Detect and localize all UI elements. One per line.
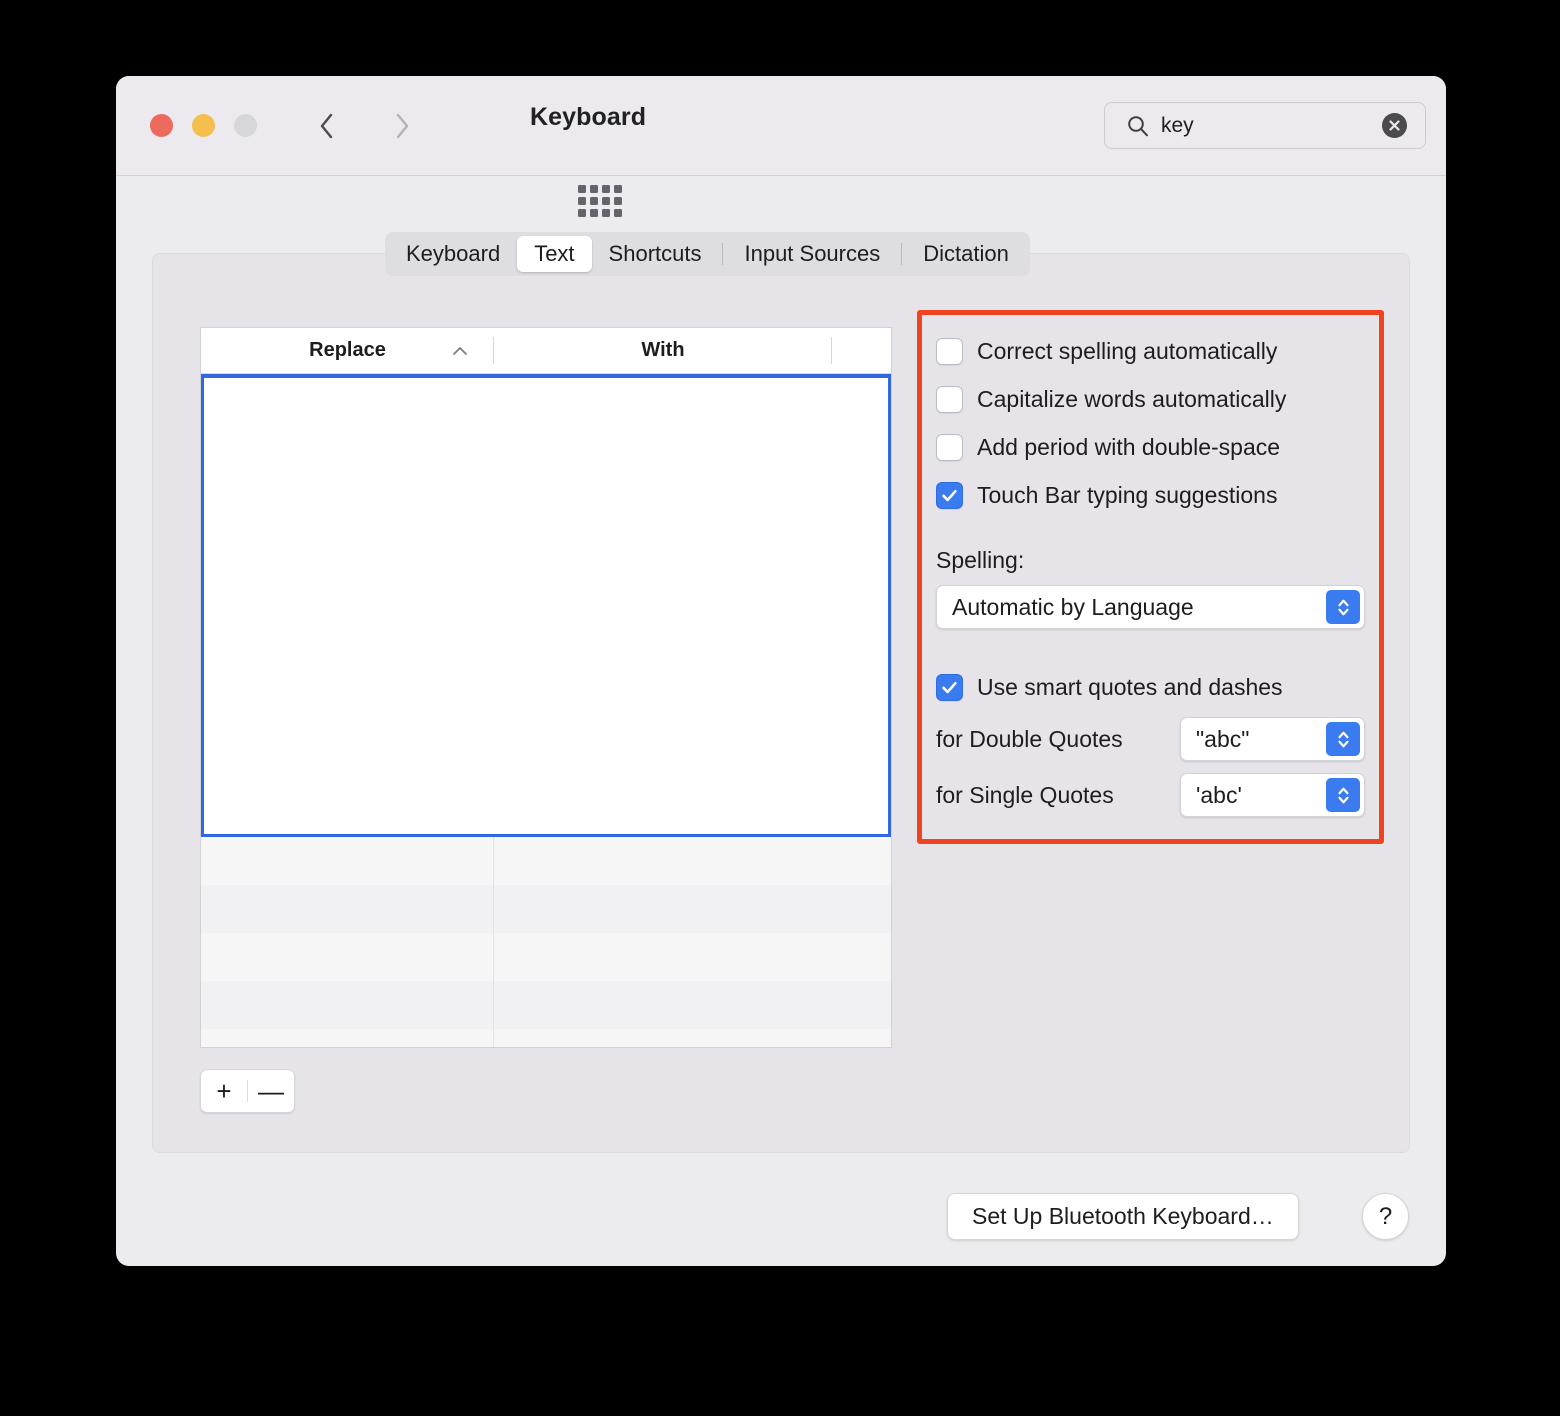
column-divider xyxy=(497,378,498,841)
table-body[interactable] xyxy=(201,374,891,1047)
show-all-grid-icon[interactable] xyxy=(578,185,622,217)
title-bar: Keyboard key xyxy=(116,76,1446,217)
column-header-trailing xyxy=(832,328,891,373)
table-header: Replace With xyxy=(201,328,891,374)
tab-bar: Keyboard Text Shortcuts Input Sources Di… xyxy=(385,232,1030,276)
option-touch-bar-suggestions[interactable]: Touch Bar typing suggestions xyxy=(936,471,1365,519)
forward-button[interactable] xyxy=(384,108,420,144)
checkbox-add-period[interactable] xyxy=(936,433,963,461)
list-item xyxy=(201,885,891,933)
column-header-replace[interactable]: Replace xyxy=(201,328,494,373)
single-quotes-row: for Single Quotes 'abc' xyxy=(936,767,1365,823)
preferences-window: Keyboard key Keyboard Text Shortcuts Inp… xyxy=(116,76,1446,1266)
double-quotes-row: for Double Quotes "abc" xyxy=(936,711,1365,767)
tab-keyboard[interactable]: Keyboard xyxy=(389,236,517,272)
chevron-up-icon xyxy=(453,346,467,355)
checkbox-capitalize-words[interactable] xyxy=(936,385,963,413)
option-label: Add period with double-space xyxy=(977,433,1281,460)
page-title: Keyboard xyxy=(530,103,647,131)
spelling-label: Spelling: xyxy=(936,547,1025,573)
column-header-with-label: With xyxy=(641,339,685,361)
checkmark-icon xyxy=(942,489,957,501)
remove-entry-button[interactable]: — xyxy=(248,1070,294,1112)
search-icon xyxy=(1128,115,1148,136)
search-field[interactable]: key xyxy=(1104,102,1426,149)
checkmark-icon xyxy=(942,681,957,693)
help-button[interactable]: ? xyxy=(1362,1193,1409,1240)
option-capitalize-words[interactable]: Capitalize words automatically xyxy=(936,375,1365,423)
checkbox-smart-quotes[interactable] xyxy=(936,673,963,701)
single-quotes-select[interactable]: 'abc' xyxy=(1180,773,1365,817)
double-quotes-select[interactable]: "abc" xyxy=(1180,717,1365,761)
close-button[interactable] xyxy=(150,114,173,137)
add-entry-button[interactable]: + xyxy=(201,1070,247,1112)
add-remove-controls: + — xyxy=(200,1069,295,1113)
tab-shortcuts[interactable]: Shortcuts xyxy=(592,236,719,272)
chevron-up-down-icon xyxy=(1326,590,1360,624)
spelling-select-value: Automatic by Language xyxy=(952,593,1194,620)
column-header-replace-label: Replace xyxy=(309,339,386,361)
option-label: Correct spelling automatically xyxy=(977,337,1278,364)
tab-text[interactable]: Text xyxy=(517,236,592,272)
zoom-button xyxy=(234,114,257,137)
clear-circle-icon[interactable] xyxy=(1382,113,1407,138)
double-quotes-label: for Double Quotes xyxy=(936,725,1123,752)
option-label: Capitalize words automatically xyxy=(977,385,1287,412)
list-item xyxy=(201,981,891,1029)
tab-input-sources[interactable]: Input Sources xyxy=(727,236,897,272)
chevron-right-icon xyxy=(396,113,408,139)
table-row[interactable] xyxy=(201,374,891,837)
list-item xyxy=(201,933,891,981)
checkbox-correct-spelling[interactable] xyxy=(936,337,963,365)
option-label: Use smart quotes and dashes xyxy=(977,673,1283,700)
empty-row-stripes xyxy=(201,837,891,1047)
list-item xyxy=(201,837,891,885)
minimize-button[interactable] xyxy=(192,114,215,137)
double-quotes-value: "abc" xyxy=(1196,725,1250,752)
chevron-up-down-icon xyxy=(1326,778,1360,812)
list-item xyxy=(201,1029,891,1047)
spelling-select[interactable]: Automatic by Language xyxy=(936,585,1365,629)
traffic-lights xyxy=(150,114,257,137)
tab-separator xyxy=(722,243,724,265)
option-correct-spelling[interactable]: Correct spelling automatically xyxy=(936,327,1365,375)
option-smart-quotes[interactable]: Use smart quotes and dashes xyxy=(936,663,1365,711)
tab-dictation[interactable]: Dictation xyxy=(906,236,1026,272)
single-quotes-label: for Single Quotes xyxy=(936,781,1114,808)
chevron-left-icon xyxy=(320,113,332,139)
smart-quotes-group: Use smart quotes and dashes for Double Q… xyxy=(936,663,1365,823)
option-label: Touch Bar typing suggestions xyxy=(977,481,1278,508)
search-input[interactable]: key xyxy=(1161,114,1382,138)
annotation-highlight-box: Correct spelling automatically Capitaliz… xyxy=(917,310,1384,844)
single-quotes-value: 'abc' xyxy=(1196,781,1242,808)
chevron-up-down-icon xyxy=(1326,722,1360,756)
text-options-group: Correct spelling automatically Capitaliz… xyxy=(936,327,1365,823)
column-header-with[interactable]: With xyxy=(494,328,832,373)
back-button[interactable] xyxy=(308,108,344,144)
option-add-period[interactable]: Add period with double-space xyxy=(936,423,1365,471)
set-up-bluetooth-keyboard-button[interactable]: Set Up Bluetooth Keyboard… xyxy=(947,1193,1299,1240)
checkbox-touch-bar-suggestions[interactable] xyxy=(936,481,963,509)
tab-separator xyxy=(901,243,903,265)
text-replacement-table[interactable]: Replace With xyxy=(200,327,892,1048)
